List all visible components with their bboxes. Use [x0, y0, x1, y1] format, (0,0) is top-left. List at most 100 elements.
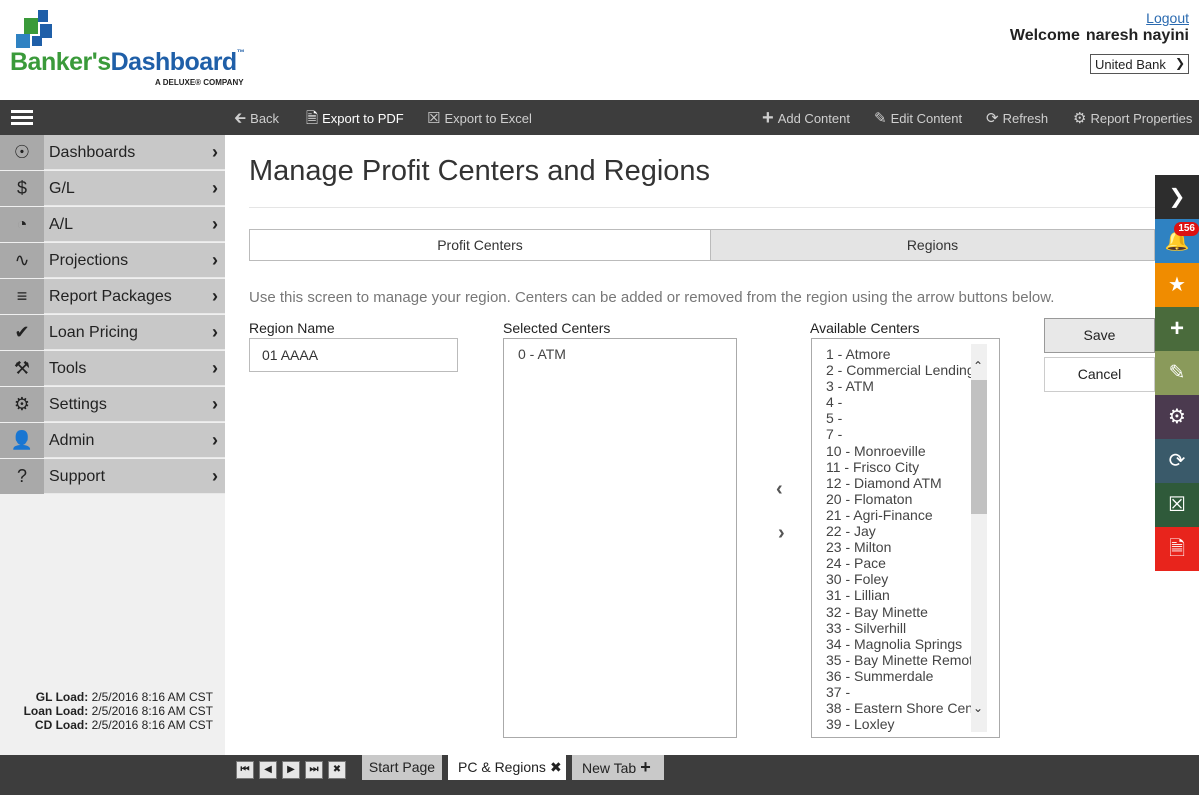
list-item[interactable]: 5 - — [826, 410, 972, 426]
list-item[interactable]: 1 - Atmore — [826, 346, 972, 362]
chevron-left-icon: ‹ — [776, 478, 783, 500]
bank-select-value: United Bank — [1095, 57, 1166, 72]
tab-new-tab[interactable]: New Tab + — [572, 755, 664, 780]
welcome-label: Welcome — [1009, 27, 1080, 44]
hammer-icon: ⚒ — [0, 351, 44, 386]
list-item[interactable]: 31 - Lillian — [826, 587, 972, 603]
sidebar-item-report-packages[interactable]: ≡ Report Packages › — [0, 279, 225, 314]
chevron-down-icon[interactable]: ⌄ — [973, 701, 983, 715]
list-item[interactable]: 30 - Foley — [826, 571, 972, 587]
first-tab-button[interactable]: ⏮ — [236, 761, 254, 779]
list-item[interactable]: 20 - Flomaton — [826, 491, 972, 507]
list-item[interactable]: 37 - — [826, 684, 972, 700]
bank-select[interactable]: United Bank ❯ — [1090, 54, 1189, 74]
sidebar-item-al[interactable]: ◔ A/L › — [0, 207, 225, 242]
list-item[interactable]: 32 - Bay Minette — [826, 604, 972, 620]
list-item[interactable]: 2 - Commercial Lending — [826, 362, 972, 378]
chevron-right-icon: ❯ — [1168, 186, 1186, 208]
menu-icon[interactable] — [11, 110, 33, 126]
notifications-button[interactable]: 🔔 156 — [1155, 219, 1199, 263]
bankers-dashboard-logo[interactable]: Banker'sDashboard™ A DELUXE® COMPANY — [10, 8, 270, 93]
move-left-button[interactable]: ‹ — [776, 478, 783, 501]
list-item[interactable]: 35 - Bay Minette Remote — [826, 652, 972, 668]
chevron-down-icon: ❯ — [1174, 56, 1185, 70]
bottom-tab-bar: ⏮ ◀ ▶ ⏭ ✖ Start Page PC & Regions ✖ New T… — [0, 755, 1199, 795]
settings-button[interactable]: ⚙ — [1155, 395, 1199, 439]
user-icon: 👤 — [0, 423, 44, 458]
sidebar-item-settings[interactable]: ⚙ Settings › — [0, 387, 225, 422]
chevron-up-icon[interactable]: ⌃ — [973, 359, 983, 373]
list-item[interactable]: 38 - Eastern Shore Center — [826, 700, 972, 716]
sidebar-item-projections[interactable]: ∿ Projections › — [0, 243, 225, 278]
add-button[interactable]: + — [1155, 307, 1199, 351]
pie-icon: ◔ — [0, 207, 44, 242]
pdf-button[interactable]: 🗎 — [1155, 527, 1199, 571]
sidebar-item-gl[interactable]: $ G/L › — [0, 171, 225, 206]
scrollbar[interactable]: ⌃ ⌄ — [971, 344, 987, 732]
region-name-input[interactable]: 01 AAAA — [249, 338, 458, 372]
excel-button[interactable]: ☒ — [1155, 483, 1199, 527]
tab-profit-centers[interactable]: Profit Centers — [249, 229, 711, 261]
refresh-button[interactable]: ⟳ — [1155, 439, 1199, 483]
back-button[interactable]: 🡰 Back — [234, 100, 279, 135]
list-item[interactable]: 24 - Pace — [826, 555, 972, 571]
available-centers-options: 1 - Atmore 2 - Commercial Lending 3 - ATM 4… — [826, 346, 972, 732]
toolbar: 🡰 Back 🗎 Export to PDF ☒ Export to Excel + A… — [0, 100, 1199, 135]
export-pdf-button[interactable]: 🗎 Export to PDF — [306, 100, 404, 135]
plus-icon: + — [1169, 315, 1184, 342]
tab-start-page[interactable]: Start Page — [362, 755, 442, 780]
next-tab-button[interactable]: ▶ — [282, 761, 300, 779]
gl-load: GL Load: 2/5/2016 8:16 AM CST — [35, 690, 213, 704]
username: naresh nayini — [1085, 27, 1189, 44]
selected-centers-list[interactable]: 0 - ATM — [503, 338, 737, 738]
close-all-tabs-button[interactable]: ✖ — [328, 761, 346, 779]
sidebar-item-dashboards[interactable]: ☉ Dashboards › — [0, 135, 225, 170]
sidebar-item-admin[interactable]: 👤 Admin › — [0, 423, 225, 458]
chevron-right-icon: › — [212, 430, 218, 450]
gear-icon: ⚙ — [0, 387, 44, 422]
scrollbar-thumb[interactable] — [971, 380, 987, 514]
list-item[interactable]: 12 - Diamond ATM — [826, 475, 972, 491]
list-item[interactable]: 33 - Silverhill — [826, 620, 972, 636]
save-button[interactable]: Save — [1044, 318, 1155, 353]
edit-content-button[interactable]: ✎ Edit Content — [874, 100, 962, 135]
list-item[interactable]: 11 - Frisco City — [826, 459, 972, 475]
gear-icon: ⚙ — [1073, 110, 1087, 128]
favorites-button[interactable]: ★ — [1155, 263, 1199, 307]
prev-tab-button[interactable]: ◀ — [259, 761, 277, 779]
list-item[interactable]: 34 - Magnolia Springs — [826, 636, 972, 652]
sidebar-item-tools[interactable]: ⚒ Tools › — [0, 351, 225, 386]
list-item[interactable]: 22 - Jay — [826, 523, 972, 539]
chevron-right-icon: › — [212, 394, 218, 414]
export-excel-button[interactable]: ☒ Export to Excel — [427, 100, 532, 135]
list-item[interactable]: 10 - Monroeville — [826, 443, 972, 459]
refresh-icon: ⟳ — [986, 110, 999, 128]
tab-regions[interactable]: Regions — [711, 229, 1155, 261]
expand-rail-button[interactable]: ❯ — [1155, 175, 1199, 219]
report-properties-button[interactable]: ⚙ Report Properties — [1073, 100, 1192, 135]
sidebar-item-loan-pricing[interactable]: ✔ Loan Pricing › — [0, 315, 225, 350]
available-centers-list[interactable]: 1 - Atmore 2 - Commercial Lending 3 - ATM 4… — [811, 338, 1000, 738]
close-icon[interactable]: ✖ — [550, 759, 562, 775]
add-content-button[interactable]: + Add Content — [762, 100, 850, 135]
list-item[interactable]: 7 - — [826, 426, 972, 442]
edit-button[interactable]: ✎ — [1155, 351, 1199, 395]
cancel-button[interactable]: Cancel — [1044, 357, 1155, 392]
move-right-button[interactable]: › — [778, 522, 785, 545]
list-item[interactable]: 4 - — [826, 394, 972, 410]
list-item[interactable]: 23 - Milton — [826, 539, 972, 555]
list-item[interactable]: 21 - Agri-Finance — [826, 507, 972, 523]
plus-icon[interactable]: + — [640, 757, 651, 777]
logout-link[interactable]: Logout — [1146, 10, 1189, 26]
star-icon: ★ — [1168, 274, 1186, 296]
pdf-icon: 🗎 — [1168, 538, 1186, 560]
sidebar-item-support[interactable]: ? Support › — [0, 459, 225, 494]
list-item[interactable]: 3 - ATM — [826, 378, 972, 394]
list-item[interactable]: 39 - Loxley — [826, 716, 972, 732]
last-tab-button[interactable]: ⏭ — [305, 761, 323, 779]
gear-icon: ⚙ — [1168, 406, 1186, 428]
list-item[interactable]: 0 - ATM — [504, 339, 736, 362]
tab-pc-regions[interactable]: PC & Regions ✖ — [448, 755, 566, 780]
refresh-button[interactable]: ⟳ Refresh — [986, 100, 1048, 135]
list-item[interactable]: 36 - Summerdale — [826, 668, 972, 684]
